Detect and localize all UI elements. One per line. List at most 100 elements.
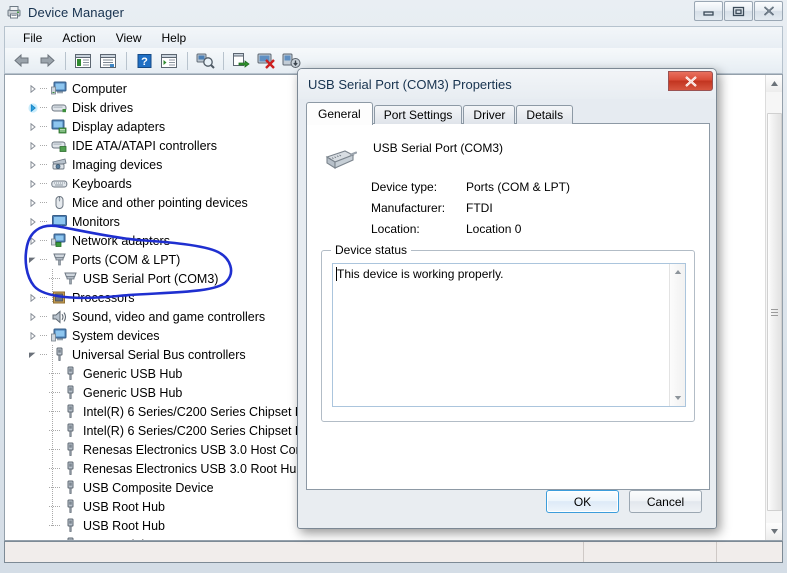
- usb-icon: [51, 346, 68, 363]
- mouse-icon: [51, 194, 68, 211]
- device-status-scrollbar[interactable]: [669, 264, 685, 406]
- tree-item-label: Processors: [72, 290, 135, 305]
- forward-icon[interactable]: [35, 50, 59, 72]
- cancel-button[interactable]: Cancel: [629, 490, 702, 513]
- dialog-tabstrip: General Port Settings Driver Details: [306, 102, 710, 125]
- tree-connector: [38, 288, 51, 307]
- chevron-right-icon[interactable]: [27, 231, 38, 250]
- help-icon[interactable]: ?: [132, 50, 156, 72]
- device-manager-icon: [6, 4, 22, 20]
- dialog-close-button[interactable]: [668, 71, 713, 91]
- tab-driver[interactable]: Driver: [463, 105, 516, 124]
- show-hide-action-pane-icon[interactable]: [157, 50, 181, 72]
- usb-icon: [62, 422, 79, 439]
- port-icon: [51, 251, 68, 268]
- chevron-right-icon[interactable]: [27, 307, 38, 326]
- port-icon: [62, 270, 79, 287]
- chevron-right-icon[interactable]: [27, 117, 38, 136]
- uninstall-device-icon[interactable]: [254, 50, 278, 72]
- tree-connector: [49, 440, 62, 459]
- scroll-down-arrow-icon[interactable]: [670, 390, 685, 406]
- tab-port-settings[interactable]: Port Settings: [373, 105, 463, 124]
- tree-item-label: Disk drives: [72, 100, 134, 115]
- keyboard-icon: [51, 175, 68, 192]
- ok-button[interactable]: OK: [546, 490, 619, 513]
- tree-connector: [49, 383, 62, 402]
- chevron-right-icon[interactable]: [27, 212, 38, 231]
- tree-connector: [38, 193, 51, 212]
- menu-action[interactable]: Action: [52, 29, 105, 47]
- scan-for-hardware-changes-icon[interactable]: [193, 50, 217, 72]
- scroll-up-arrow-icon[interactable]: [670, 264, 685, 280]
- usb-icon: [62, 403, 79, 420]
- statusbar-tertiary-pane: [717, 542, 782, 562]
- tree-connector: [49, 269, 62, 288]
- chevron-right-icon[interactable]: [27, 174, 38, 193]
- show-hide-console-tree-icon[interactable]: [71, 50, 95, 72]
- chevron-right-icon[interactable]: [27, 79, 38, 98]
- maximize-button[interactable]: [724, 1, 753, 21]
- chevron-right-icon[interactable]: [27, 193, 38, 212]
- toolbar-separator: [187, 51, 188, 70]
- update-driver-icon[interactable]: [229, 50, 253, 72]
- tree-item-label: Generic USB Hub: [83, 366, 183, 381]
- device-type-value: Ports (COM & LPT): [466, 179, 571, 194]
- chevron-right-icon[interactable]: [27, 326, 38, 345]
- tab-panel-general: USB Serial Port (COM3) Device type: Port…: [306, 123, 710, 490]
- system-device-icon: [51, 327, 68, 344]
- tree-connector: [38, 98, 51, 117]
- chevron-right-icon[interactable]: [27, 288, 38, 307]
- tab-general[interactable]: General: [306, 102, 373, 125]
- tree-item-label: Intel(R) 6 Series/C200 Series Chipset Fa…: [83, 423, 320, 438]
- scrollbar-grip-icon: [771, 308, 778, 316]
- usb-icon: [62, 441, 79, 458]
- chevron-down-icon[interactable]: [27, 345, 38, 364]
- tab-details[interactable]: Details: [516, 105, 574, 124]
- scroll-down-arrow-icon[interactable]: [766, 523, 782, 540]
- statusbar-main-pane: [5, 542, 584, 562]
- dialog-titlebar: USB Serial Port (COM3) Properties: [298, 69, 716, 99]
- scroll-up-arrow-icon[interactable]: [766, 75, 782, 92]
- tree-item-label: Generic USB Hub: [83, 385, 183, 400]
- dialog-body: General Port Settings Driver Details USB…: [306, 102, 710, 522]
- toolbar-separator: [223, 51, 224, 70]
- manufacturer-value: FTDI: [466, 200, 493, 215]
- chevron-right-icon[interactable]: [27, 155, 38, 174]
- tree-connector: [49, 516, 62, 535]
- properties-icon[interactable]: [96, 50, 120, 72]
- menu-file[interactable]: File: [13, 29, 52, 47]
- chevron-right-icon[interactable]: [27, 98, 38, 117]
- tree-item-label: USB Serial Port (COM3): [83, 271, 219, 286]
- minimize-button[interactable]: [694, 1, 723, 21]
- processor-icon: [51, 289, 68, 306]
- display-adapter-icon: [51, 118, 68, 135]
- window-titlebar: Device Manager: [0, 0, 787, 24]
- tree-connector: [49, 402, 62, 421]
- close-button[interactable]: [754, 1, 783, 21]
- statusbar-secondary-pane: [584, 542, 717, 562]
- menu-view[interactable]: View: [106, 29, 152, 47]
- property-row: Device type: Ports (COM & LPT): [371, 176, 691, 197]
- tree-connector: [49, 364, 62, 383]
- property-row: Location: Location 0: [371, 218, 691, 239]
- chevron-down-icon[interactable]: [27, 250, 38, 269]
- tree-item-label: Display adapters: [72, 119, 166, 134]
- chevron-right-icon[interactable]: [27, 136, 38, 155]
- tree-item-label: Universal Serial Bus controllers: [72, 347, 246, 362]
- tree-item-label: Intel(R) 6 Series/C200 Series Chipset Fa…: [83, 404, 320, 419]
- toolbar-separator: [126, 51, 127, 70]
- device-tree-scrollbar[interactable]: [765, 75, 782, 540]
- back-icon[interactable]: [10, 50, 34, 72]
- computer-icon: [51, 80, 68, 97]
- scrollbar-thumb[interactable]: [767, 113, 782, 511]
- device-status-textarea[interactable]: This device is working properly.: [332, 263, 686, 407]
- window-controls: [694, 1, 783, 21]
- menu-help[interactable]: Help: [152, 29, 197, 47]
- tree-connector: [38, 174, 51, 193]
- tree-item-label: Computer: [72, 81, 127, 96]
- monitor-icon: [51, 213, 68, 230]
- device-status-legend: Device status: [331, 243, 412, 257]
- usb-icon: [62, 384, 79, 401]
- tree-connector: [49, 459, 62, 478]
- tree-item-label: System devices: [72, 328, 160, 343]
